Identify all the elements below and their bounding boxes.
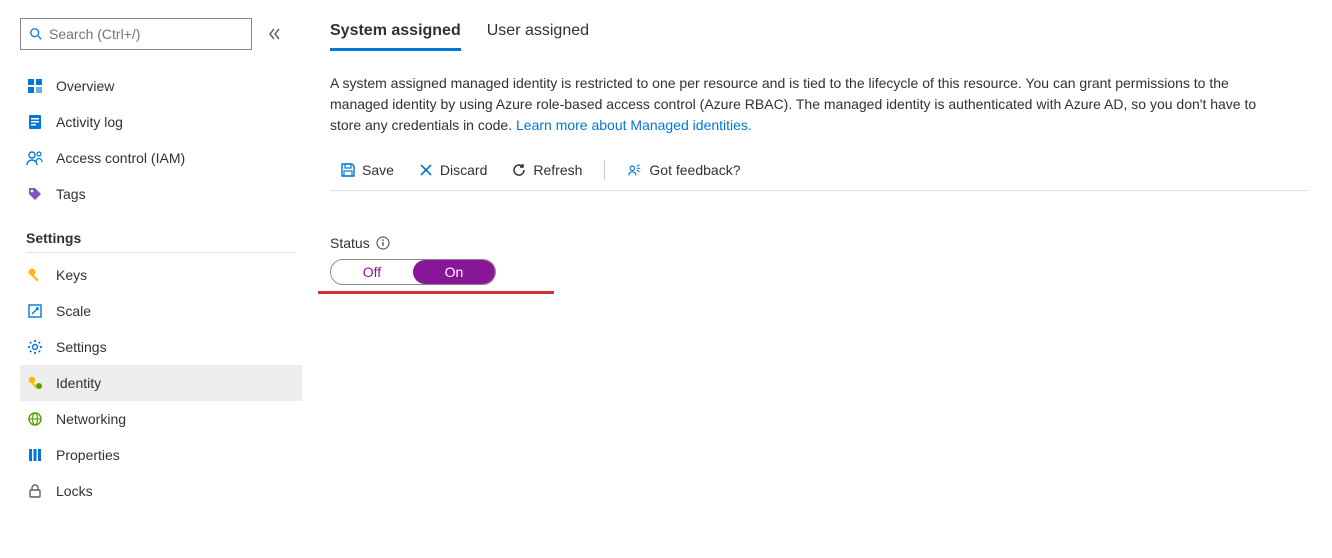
properties-icon bbox=[26, 446, 44, 464]
sidebar: Overview Activity log Access control (IA… bbox=[0, 0, 306, 558]
status-label-row: Status bbox=[330, 235, 1308, 251]
scale-icon bbox=[26, 302, 44, 320]
save-button[interactable]: Save bbox=[330, 158, 404, 182]
discard-icon bbox=[418, 162, 434, 178]
sidebar-item-scale[interactable]: Scale bbox=[20, 293, 302, 329]
search-icon bbox=[29, 27, 43, 41]
overview-icon bbox=[26, 77, 44, 95]
main-content: System assigned User assigned A system a… bbox=[306, 0, 1332, 558]
access-control-icon bbox=[26, 149, 44, 167]
toolbar-divider bbox=[604, 160, 605, 180]
activity-log-icon bbox=[26, 113, 44, 131]
tags-icon bbox=[26, 185, 44, 203]
nav-label: Properties bbox=[56, 447, 120, 463]
search-row bbox=[20, 18, 306, 50]
nav-label: Tags bbox=[56, 186, 86, 202]
sidebar-item-networking[interactable]: Networking bbox=[20, 401, 302, 437]
sidebar-item-settings[interactable]: Settings bbox=[20, 329, 302, 365]
sidebar-scroll[interactable]: Overview Activity log Access control (IA… bbox=[20, 68, 306, 558]
discard-label: Discard bbox=[440, 162, 487, 178]
status-toggle-on[interactable]: On bbox=[413, 260, 495, 284]
keys-icon bbox=[26, 266, 44, 284]
search-input[interactable] bbox=[49, 26, 243, 42]
nav-label: Access control (IAM) bbox=[56, 150, 185, 166]
divider bbox=[26, 252, 296, 253]
save-label: Save bbox=[362, 162, 394, 178]
feedback-icon bbox=[627, 162, 643, 178]
nav-label: Keys bbox=[56, 267, 87, 283]
collapse-sidebar-button[interactable] bbox=[262, 22, 286, 46]
annotation-underline bbox=[318, 291, 554, 294]
info-icon[interactable] bbox=[376, 236, 390, 250]
sidebar-item-identity[interactable]: Identity bbox=[20, 365, 302, 401]
sidebar-item-locks[interactable]: Locks bbox=[20, 473, 302, 509]
nav-label: Settings bbox=[56, 339, 107, 355]
sidebar-item-tags[interactable]: Tags bbox=[20, 176, 302, 212]
status-label: Status bbox=[330, 235, 370, 251]
nav-label: Locks bbox=[56, 483, 93, 499]
nav-label: Overview bbox=[56, 78, 114, 94]
learn-more-link[interactable]: Learn more about Managed identities. bbox=[516, 117, 752, 133]
gear-icon bbox=[26, 338, 44, 356]
networking-icon bbox=[26, 410, 44, 428]
status-block: Status Off On bbox=[330, 235, 1308, 294]
sidebar-item-properties[interactable]: Properties bbox=[20, 437, 302, 473]
discard-button[interactable]: Discard bbox=[408, 158, 497, 182]
locks-icon bbox=[26, 482, 44, 500]
nav-label: Activity log bbox=[56, 114, 123, 130]
toolbar: Save Discard Refresh Got feedback? bbox=[330, 154, 1308, 191]
tabs: System assigned User assigned bbox=[330, 16, 1308, 51]
identity-icon bbox=[26, 374, 44, 392]
feedback-label: Got feedback? bbox=[649, 162, 740, 178]
tab-user-assigned[interactable]: User assigned bbox=[487, 16, 589, 51]
status-toggle-off[interactable]: Off bbox=[331, 260, 413, 284]
nav-label: Scale bbox=[56, 303, 91, 319]
sidebar-item-overview[interactable]: Overview bbox=[20, 68, 302, 104]
refresh-button[interactable]: Refresh bbox=[501, 158, 592, 182]
nav-label: Networking bbox=[56, 411, 126, 427]
status-toggle[interactable]: Off On bbox=[330, 259, 496, 285]
refresh-label: Refresh bbox=[533, 162, 582, 178]
save-icon bbox=[340, 162, 356, 178]
sidebar-item-keys[interactable]: Keys bbox=[20, 257, 302, 293]
tab-system-assigned[interactable]: System assigned bbox=[330, 16, 461, 51]
sidebar-section-settings: Settings bbox=[26, 230, 302, 246]
refresh-icon bbox=[511, 162, 527, 178]
nav-label: Identity bbox=[56, 375, 101, 391]
description: A system assigned managed identity is re… bbox=[330, 73, 1270, 136]
sidebar-item-activity-log[interactable]: Activity log bbox=[20, 104, 302, 140]
sidebar-item-access-control[interactable]: Access control (IAM) bbox=[20, 140, 302, 176]
search-box[interactable] bbox=[20, 18, 252, 50]
feedback-button[interactable]: Got feedback? bbox=[617, 158, 750, 182]
description-text: A system assigned managed identity is re… bbox=[330, 75, 1256, 133]
